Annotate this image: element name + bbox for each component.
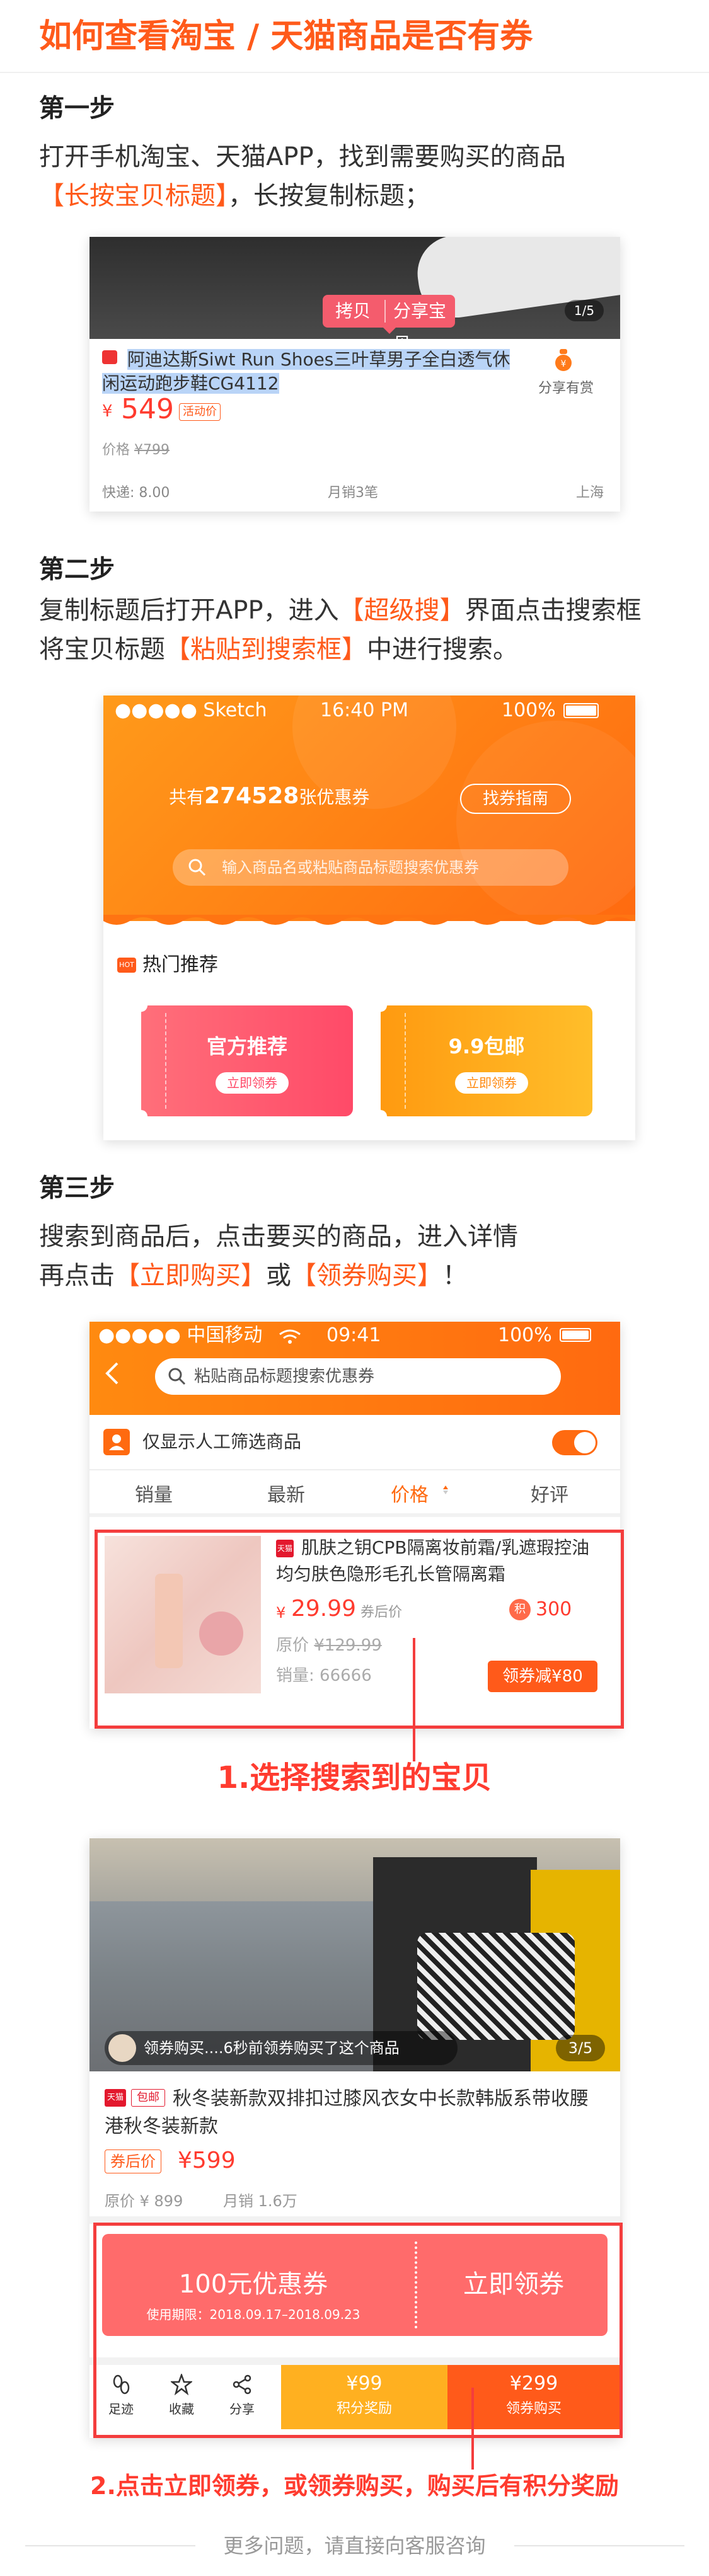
promo1-claim-button[interactable]: 立即领券 [216,1072,289,1094]
status-battery: 100% [498,1324,552,1346]
step1-line1: 打开手机淘宝、天猫APP，找到需要购买的商品 [39,142,566,171]
product-title[interactable]: 阿迪达斯Siwt Run Shoes三叶草男子全白透气休闲运动跑步鞋CG4112 [102,348,512,396]
status-time: 09:41 [326,1324,381,1346]
person-icon [103,1429,130,1455]
tab-newest[interactable]: 最新 [267,1479,305,1507]
after-coupon-tag: 券后价 [105,2150,161,2173]
ship-location: 上海 [576,485,604,501]
hot-section-title: 热门推荐 [142,954,218,976]
annotation-1: 1.选择搜索到的宝贝 [217,1760,492,1795]
copy-option[interactable]: 拷贝 [335,295,371,328]
tab-rating[interactable]: 好评 [531,1479,568,1507]
step2-line1: 复制标题后打开APP，进入【超级搜】界面点击搜索框 [39,596,642,625]
super-search-screen: ●●●●● Sketch 16:40 PM 100% 共有274528张优惠券 … [103,696,635,1140]
shipping-fee: 快递: 8.00 [102,485,170,501]
coupon-guide-button[interactable]: 找券指南 [460,784,571,814]
search-placeholder: 粘贴商品标题搜索优惠券 [194,1367,375,1386]
coupon-search-input[interactable]: 输入商品名或粘贴商品标题搜索优惠券 [173,849,568,886]
back-arrow-icon[interactable] [103,1361,121,1386]
avatar [108,2034,136,2062]
battery-icon [563,703,599,718]
status-carrier: ●●●●● 中国移动 [98,1324,263,1346]
step1-heading: 第一步 [39,94,115,123]
result-search-input[interactable]: 粘贴商品标题搜索优惠券 [155,1358,561,1395]
promo2-claim-button[interactable]: 立即领券 [455,1072,528,1094]
promo-tag: 活动价 [179,403,221,421]
callout-line [471,2388,474,2470]
tutorial-page: 如何查看淘宝 / 天猫商品是否有券 第一步 打开手机淘宝、天猫APP，找到需要购… [0,0,709,2576]
buyer-notice: 领券购买....6秒前领券购买了这个商品 [105,2031,458,2065]
status-battery: 100% [502,699,556,721]
sort-tabs: 销量 最新 价格 好评 [89,1479,620,1507]
image-counter: 1/5 [565,300,604,321]
price-symbol: ¥ [102,402,113,421]
ticket-perforation [165,1013,166,1109]
money-bag-icon: ¥ [555,348,572,373]
copy-share-popup: 拷贝 分享宝贝 [323,295,455,354]
battery-icon [560,1328,591,1342]
product-price: 549 [121,393,174,425]
search-icon [188,858,207,877]
step2-line2: 将宝贝标题【粘贴到搜索框】中进行搜索。 [39,635,518,664]
callout-line [413,1638,415,1761]
ticket-notch [374,1110,387,1123]
hot-icon: HOT [117,958,136,973]
ticket-perforation [405,1013,406,1109]
filter-toggle[interactable] [552,1430,597,1455]
detail-monthly-sales: 月销 1.6万 [223,2192,297,2210]
popup-divider [384,300,386,323]
popup-arrow [383,328,396,334]
image-counter: 3/5 [556,2035,605,2061]
original-price: 价格 ¥799 [102,442,170,458]
step1-line2-rest: ，长按复制标题； [228,181,430,210]
step2-heading: 第二步 [39,555,115,584]
buy-now-highlight: 【立即购买】 [115,1261,266,1290]
detail-orig-price: 原价 ¥ 899 [105,2192,183,2210]
buyer-notice-text: 领券购买....6秒前领券购买了这个商品 [144,2039,400,2057]
ticket-notch [135,1110,147,1123]
ticket-notch [374,999,387,1012]
bg-bubble [456,721,635,922]
step3-line1: 搜索到商品后，点击要买的商品，进入详情 [39,1222,518,1251]
highlight-box [93,2223,623,2438]
footer-note: 更多问题，请直接向客服咨询 [223,2534,486,2558]
coupon-buy-highlight: 【领券购买】 [291,1261,442,1290]
detail-price: ¥599 [178,2148,236,2173]
taobao-product-card[interactable]: 拷贝 分享宝贝 1/5 阿迪达斯Siwt Run Shoes三叶草男子全白透气休… [89,237,620,512]
tab-sales[interactable]: 销量 [135,1479,173,1507]
step3-line2: 再点击【立即购买】或【领券购买】！ [39,1261,468,1290]
paste-highlight: 【粘贴到搜索框】 [165,635,367,664]
svg-text:¥: ¥ [561,359,567,369]
ticket-notch [135,999,147,1012]
divider [89,1513,620,1517]
search-placeholder: 输入商品名或粘贴商品标题搜索优惠券 [222,859,479,876]
annotation-2: 2.点击立即领券，或领券购买，购买后有积分奖励 [90,2472,619,2500]
detail-product-title: 秋冬装新款双排扣过膝风衣女中长款韩版系带收腰港秋冬装新款 [105,2088,589,2138]
status-time: 16:40 PM [320,699,408,721]
search-icon [168,1367,187,1386]
coupon-count-line: 共有274528张优惠券 [169,783,370,809]
title-divider [0,72,709,73]
status-carrier: ●●●●● Sketch [115,699,267,721]
step3-heading: 第三步 [39,1174,115,1203]
step1-line2: 【长按宝贝标题】，长按复制标题； [39,176,430,215]
page-title: 如何查看淘宝 / 天猫商品是否有券 [39,18,533,55]
tab-price[interactable]: 价格 [391,1479,429,1507]
promo2-title: 9.9包邮 [448,1034,525,1058]
monthly-sales: 月销3笔 [328,485,378,501]
free-shipping-card[interactable]: 9.9包邮 立即领券 [374,999,592,1123]
official-recommend-card[interactable]: 官方推荐 立即领券 [135,999,353,1123]
promo1-title: 官方推荐 [206,1034,287,1058]
wave-edge [103,915,635,929]
highlight-box [95,1530,624,1729]
coupon-count: 274528 [204,783,299,809]
divider [89,1469,620,1470]
handbag-image [417,1933,575,2040]
filter-label: 仅显示人工筛选商品 [142,1431,302,1452]
wifi-icon [279,1329,301,1344]
share-reward-label[interactable]: 分享有赏 [538,377,594,397]
step1-highlight: 【长按宝贝标题】 [39,181,228,210]
super-search-highlight: 【超级搜】 [338,596,465,625]
sort-arrow-icon [442,1480,449,1499]
